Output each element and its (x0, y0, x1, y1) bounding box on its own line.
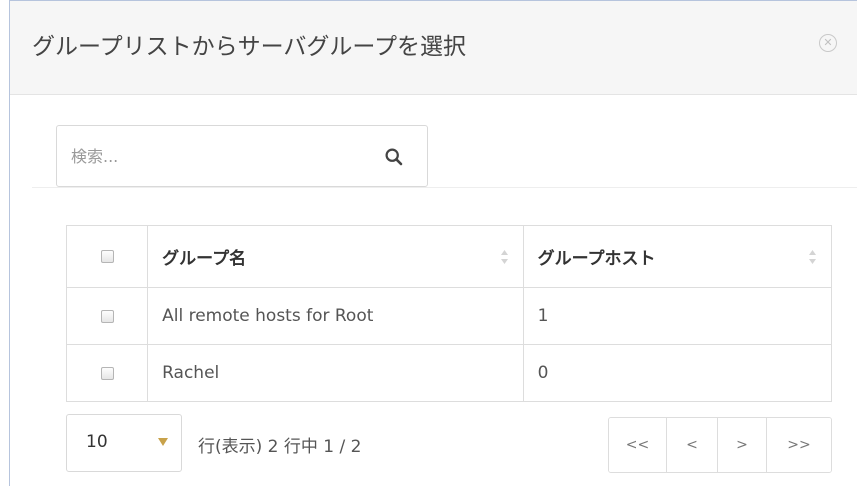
group-hosts-cell: 1 (522, 287, 833, 345)
rows-label: 行(表示) (198, 437, 263, 457)
row-checkbox[interactable] (100, 366, 114, 380)
table-row[interactable]: All remote hosts for Root 1 (65, 287, 833, 345)
server-group-table: グループ名 グループホスト All remote hosts for Root … (65, 225, 833, 402)
row-select-cell (65, 344, 149, 402)
column-header-group-hosts[interactable]: グループホスト (522, 225, 833, 288)
row-checkbox[interactable] (100, 309, 114, 323)
page-info: 2 行中 1 / 2 (267, 437, 362, 457)
dialog-title: グループリストからサーバグループを選択 (32, 34, 467, 60)
search-box (56, 125, 428, 187)
next-page-button[interactable]: > (718, 418, 767, 472)
table-header-row: グループ名 グループホスト (65, 225, 833, 288)
page-size-value: 10 (86, 432, 108, 452)
select-all-cell (65, 225, 149, 288)
select-all-checkbox[interactable] (100, 250, 114, 263)
select-server-group-dialog: グループリストからサーバグループを選択 ✕ グループ名 (9, 0, 857, 486)
sort-icon[interactable] (808, 249, 817, 265)
close-icon[interactable]: ✕ (819, 34, 837, 52)
pagination-nav: << < > >> (608, 417, 832, 473)
first-page-button[interactable]: << (609, 418, 667, 472)
page-size-select[interactable]: 10 (66, 414, 182, 472)
search-divider (32, 187, 857, 188)
group-name-cell: All remote hosts for Root (147, 287, 524, 345)
column-header-label: グループホスト (537, 249, 656, 269)
sort-icon[interactable] (500, 249, 509, 265)
prev-page-button[interactable]: < (667, 418, 718, 472)
last-page-button[interactable]: >> (767, 418, 831, 472)
pagination-info: 行(表示) 2 行中 1 / 2 (198, 432, 361, 457)
column-header-group-name[interactable]: グループ名 (147, 225, 524, 288)
group-name-cell: Rachel (147, 344, 524, 402)
table-row[interactable]: Rachel 0 (65, 344, 833, 402)
row-select-cell (65, 287, 149, 345)
search-input[interactable] (71, 142, 331, 170)
dialog-header: グループリストからサーバグループを選択 ✕ (10, 1, 857, 95)
group-hosts-cell: 0 (522, 344, 833, 402)
search-icon[interactable] (384, 147, 404, 167)
caret-down-icon (158, 438, 168, 446)
column-header-label: グループ名 (162, 249, 247, 269)
page: グループリストからサーバグループを選択 ✕ グループ名 (0, 0, 857, 486)
